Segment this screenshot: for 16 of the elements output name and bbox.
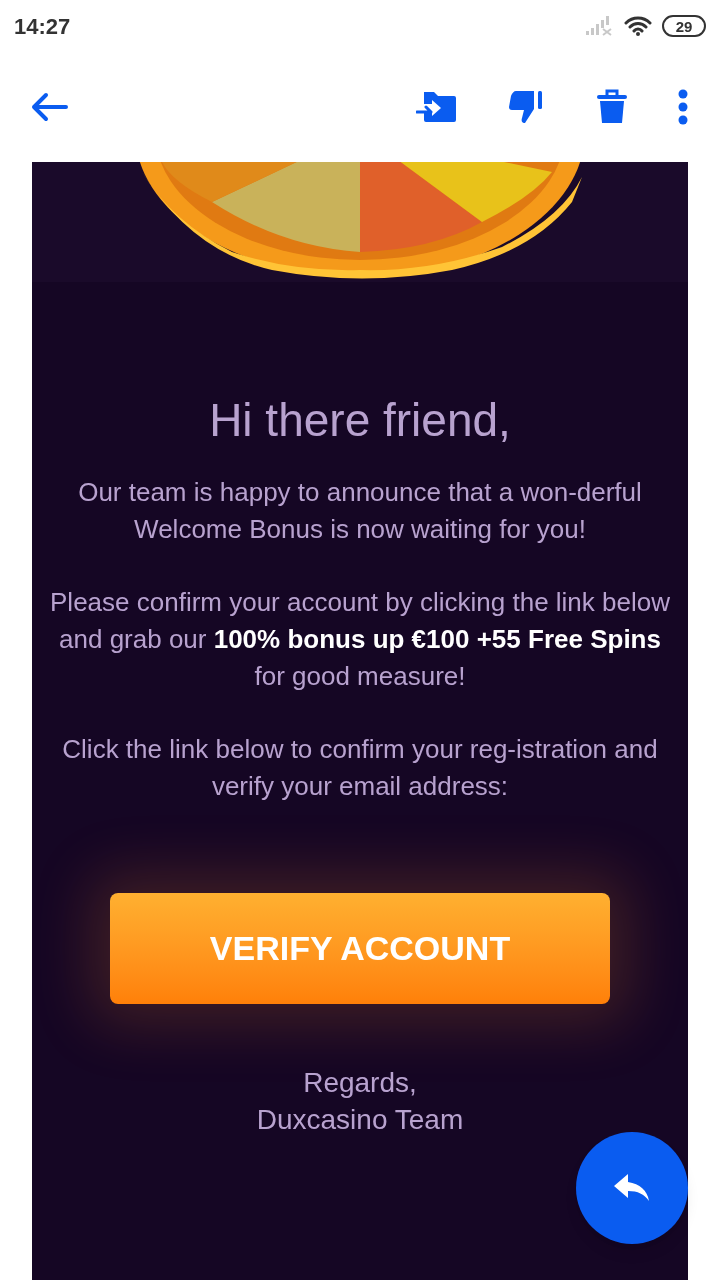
- greeting: Hi there friend,: [209, 393, 511, 448]
- wifi-icon: [624, 16, 652, 36]
- verify-account-button[interactable]: VERIFY ACCOUNT: [110, 892, 610, 1004]
- back-icon[interactable]: [30, 92, 68, 122]
- reply-icon: [614, 1174, 650, 1202]
- message-paragraph: Please confirm your account by clicking the link below and grab our 100% bonus up €100 +55 Free Spins for good measure!: [50, 585, 670, 693]
- battery-indicator: 29: [662, 15, 706, 37]
- signature-line: Regards,: [303, 1065, 417, 1100]
- trash-icon[interactable]: [596, 89, 628, 125]
- signature-line: Duxcasino Team: [256, 1102, 464, 1137]
- status-time: 14:27: [14, 12, 71, 41]
- move-to-folder-icon[interactable]: [416, 90, 458, 124]
- message-paragraph: Our team is happy to announce that a won-derful Welcome Bonus is now waiting for you!: [77, 475, 643, 546]
- more-icon[interactable]: [678, 89, 688, 125]
- signal-icon: [586, 16, 614, 36]
- message-paragraph: Click the link below to confirm your reg-istration and verify your email address:: [61, 732, 659, 803]
